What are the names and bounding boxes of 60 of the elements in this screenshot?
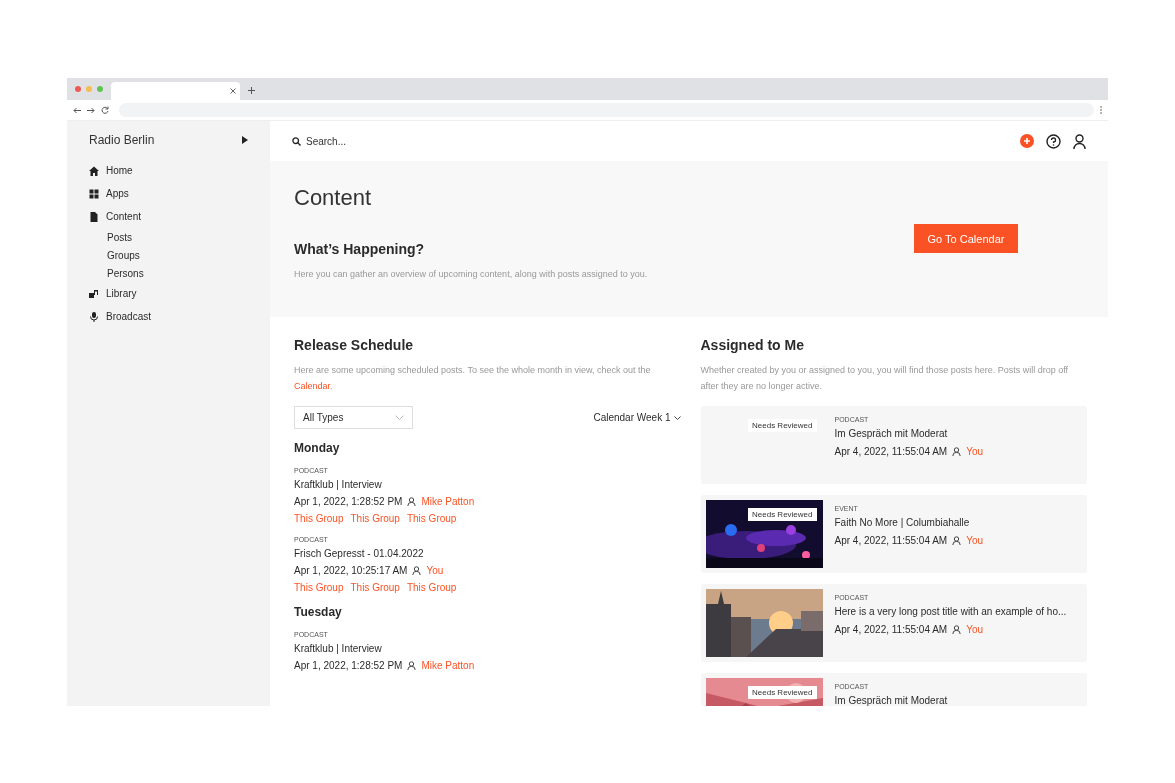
nav-item[interactable]: Apps xyxy=(89,182,248,205)
post-date: Apr 1, 2022, 1:28:52 PM xyxy=(294,496,403,507)
description: Here are some upcoming scheduled posts. To see the whole month in view, check out the Calendar. xyxy=(294,364,652,393)
week-dropdown[interactable]: Calendar Week 1 xyxy=(593,412,681,423)
nav-item[interactable]: Library xyxy=(89,282,248,305)
post-date: Apr 1, 2022, 10:25:17 AM xyxy=(294,565,408,576)
description: Here you can gather an overview of upcoming content, along with posts assigned to you. xyxy=(294,269,648,279)
reload-icon[interactable] xyxy=(101,106,109,114)
chevron-down-icon xyxy=(395,415,404,420)
post-title[interactable]: Frisch Gepresst - 01.04.2022 xyxy=(294,548,681,559)
post-title: Here is a very long post title with an example of ho... xyxy=(834,606,1067,617)
section-title: Assigned to Me xyxy=(700,337,805,353)
back-icon[interactable] xyxy=(73,106,81,114)
section-heading: What’s Happening? xyxy=(294,241,426,257)
post-date: Apr 4, 2022, 11:55:04 AM xyxy=(834,535,948,546)
post-title: Faith No More | Columbiahalle xyxy=(834,517,971,528)
search-icon xyxy=(292,136,301,146)
nav-item[interactable]: Content xyxy=(89,205,248,228)
day-heading: Monday xyxy=(294,441,341,455)
search-field[interactable]: Search... xyxy=(306,135,426,147)
expand-icon[interactable] xyxy=(242,136,248,144)
post-date: Apr 1, 2022, 1:28:52 PM xyxy=(294,660,403,671)
person-icon xyxy=(952,625,962,634)
nav-subitem[interactable]: Groups xyxy=(89,246,248,264)
post-date: Apr 4, 2022, 11:55:04 AM xyxy=(834,624,948,635)
close-icon[interactable] xyxy=(230,88,236,94)
person-icon xyxy=(407,661,417,670)
post-title[interactable]: Kraftklub | Interview xyxy=(294,479,681,490)
grid-icon xyxy=(89,188,99,199)
chevron-down-icon xyxy=(673,415,681,420)
status-label: Needs Reviewed xyxy=(748,508,817,521)
app-title: Radio Berlin xyxy=(89,133,155,147)
page-title: Content xyxy=(294,185,373,211)
post-title: Im Gespräch mit Moderat xyxy=(834,428,949,439)
status-label: Needs Reviewed xyxy=(748,686,817,699)
music-icon xyxy=(89,288,99,299)
post-title: Im Gespräch mit Moderat xyxy=(834,695,948,706)
person-icon xyxy=(952,536,962,545)
help-icon[interactable] xyxy=(1046,133,1061,149)
nav-subitem[interactable]: Posts xyxy=(89,228,248,246)
plus-icon[interactable] xyxy=(248,87,255,94)
nav-item[interactable]: Broadcast xyxy=(89,305,248,328)
description: Whether created by you or assigned to you, you will find those posts here. Posts will drop off after they are no longer active. xyxy=(700,364,1070,393)
user-icon[interactable] xyxy=(1073,133,1086,149)
nav-subitem[interactable]: Persons xyxy=(89,264,248,282)
status-label: Needs Reviewed xyxy=(748,419,817,432)
microphone-icon xyxy=(89,311,99,322)
nav-item[interactable]: Home xyxy=(89,159,248,182)
section-title: Release Schedule xyxy=(294,337,415,353)
post-title[interactable]: Kraftklub | Interview xyxy=(294,643,681,654)
forward-icon[interactable] xyxy=(87,106,95,114)
document-icon xyxy=(89,211,99,222)
post-date: Apr 4, 2022, 11:55:04 AM xyxy=(834,446,948,457)
home-icon xyxy=(89,165,99,176)
day-heading: Tuesday xyxy=(294,605,343,619)
person-icon xyxy=(952,447,962,456)
type-dropdown[interactable]: All Types xyxy=(294,406,413,429)
person-icon xyxy=(412,566,422,575)
add-icon[interactable] xyxy=(1020,134,1034,148)
person-icon xyxy=(407,497,417,506)
